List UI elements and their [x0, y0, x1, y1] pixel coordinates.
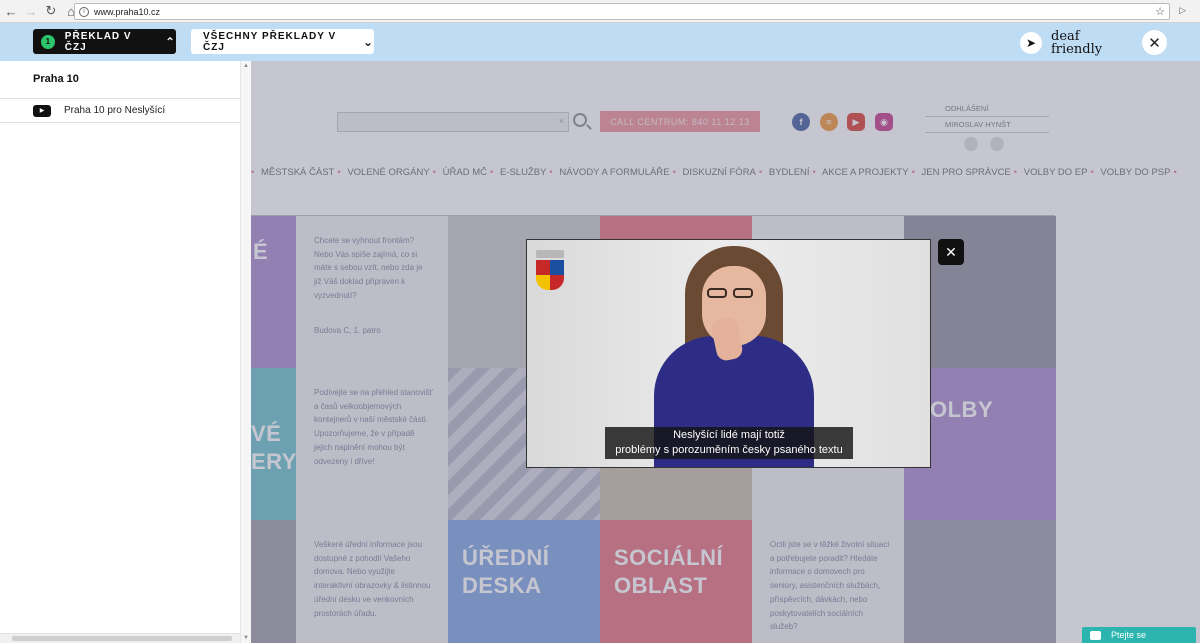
all-translations-label: VŠECHNY PŘEKLADY V ČZJ [203, 30, 337, 53]
browser-toolbar: ← → ↻ ⌂ i www.praha10.cz ☆ ▷ [0, 0, 1200, 23]
translation-button[interactable]: 1 PŘEKLAD V ČZJ ⌃ [33, 29, 176, 54]
interpreter-glasses [707, 285, 759, 298]
close-video-icon[interactable]: ✕ [938, 239, 964, 265]
close-icon[interactable]: ✕ [1142, 30, 1167, 55]
chevron-down-icon: ⌄ [362, 34, 374, 49]
extension-icon[interactable]: ▷ [1179, 5, 1186, 16]
chat-button[interactable]: Ptejte se [1082, 627, 1196, 643]
reload-icon[interactable]: ↻ [42, 2, 60, 20]
deaf-friendly-logo-icon: ➤ [1020, 32, 1042, 54]
chat-label: Ptejte se [1111, 630, 1147, 640]
praha10-crest-icon [536, 250, 564, 290]
chat-icon [1090, 630, 1101, 640]
scrollbar-thumb[interactable] [12, 636, 232, 641]
video-subtitle: Neslyšící lidé mají totiž problémy s por… [605, 427, 853, 459]
translation-sidebar: Praha 10 ▶ Praha 10 pro Neslyšící ▲ ▼ [0, 61, 251, 643]
translation-count-badge: 1 [41, 34, 55, 49]
chevron-up-icon: ⌃ [164, 34, 176, 49]
deaf-friendly-logo: ➤ deaf friendly [1020, 29, 1102, 57]
url-text: www.praha10.cz [94, 6, 161, 17]
sidebar-item-label: Praha 10 pro Neslyšící [64, 105, 166, 116]
scroll-up-icon[interactable]: ▲ [243, 63, 249, 69]
sign-language-video[interactable]: Neslyšící lidé mají totiž problémy s por… [526, 239, 931, 468]
sidebar-item-video[interactable]: ▶ Praha 10 pro Neslyšící [0, 99, 240, 123]
play-icon: ▶ [33, 104, 51, 117]
deaf-friendly-bar: 1 PŘEKLAD V ČZJ ⌃ VŠECHNY PŘEKLADY V ČZJ… [0, 23, 1200, 61]
all-translations-dropdown[interactable]: VŠECHNY PŘEKLADY V ČZJ ⌄ [191, 29, 374, 54]
scroll-down-icon[interactable]: ▼ [243, 635, 249, 641]
sidebar-title: Praha 10 [33, 73, 79, 85]
vertical-scrollbar[interactable]: ▲ ▼ [240, 61, 251, 643]
translation-button-label: PŘEKLAD V ČZJ [64, 30, 132, 53]
info-icon[interactable]: i [79, 6, 89, 17]
arrow-left-icon[interactable]: ← [2, 2, 20, 20]
arrow-right-icon[interactable]: → [22, 2, 40, 20]
star-icon[interactable]: ☆ [1155, 5, 1165, 18]
logo-text-line2: friendly [1051, 42, 1103, 57]
horizontal-scrollbar[interactable] [0, 633, 240, 643]
address-bar[interactable]: i www.praha10.cz ☆ [74, 3, 1170, 20]
